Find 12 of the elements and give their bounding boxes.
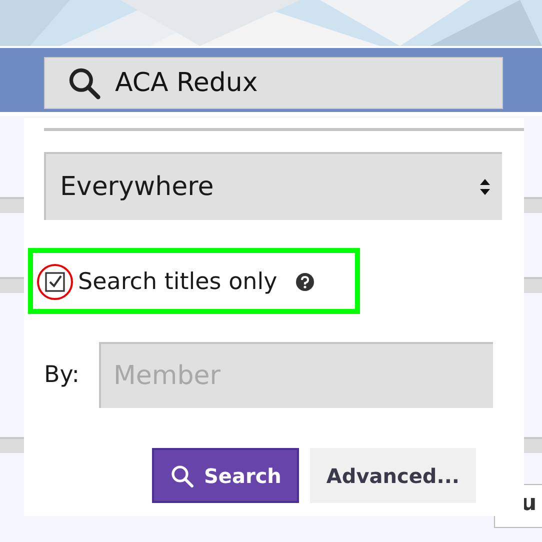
help-icon[interactable] bbox=[295, 272, 316, 292]
search-icon bbox=[67, 66, 101, 100]
by-label: By: bbox=[44, 362, 80, 388]
search-field[interactable]: ACA Redux bbox=[44, 57, 503, 109]
search-query: ACA Redux bbox=[115, 68, 258, 98]
checkbox[interactable] bbox=[44, 271, 66, 293]
member-field[interactable]: Member bbox=[99, 342, 494, 408]
search-icon bbox=[170, 464, 194, 488]
scope-select[interactable]: Everywhere bbox=[44, 152, 502, 220]
search-button[interactable]: Search bbox=[152, 448, 300, 503]
checkbox-label: Search titles only bbox=[78, 269, 278, 295]
advanced-button[interactable]: Advanced... bbox=[310, 448, 476, 503]
